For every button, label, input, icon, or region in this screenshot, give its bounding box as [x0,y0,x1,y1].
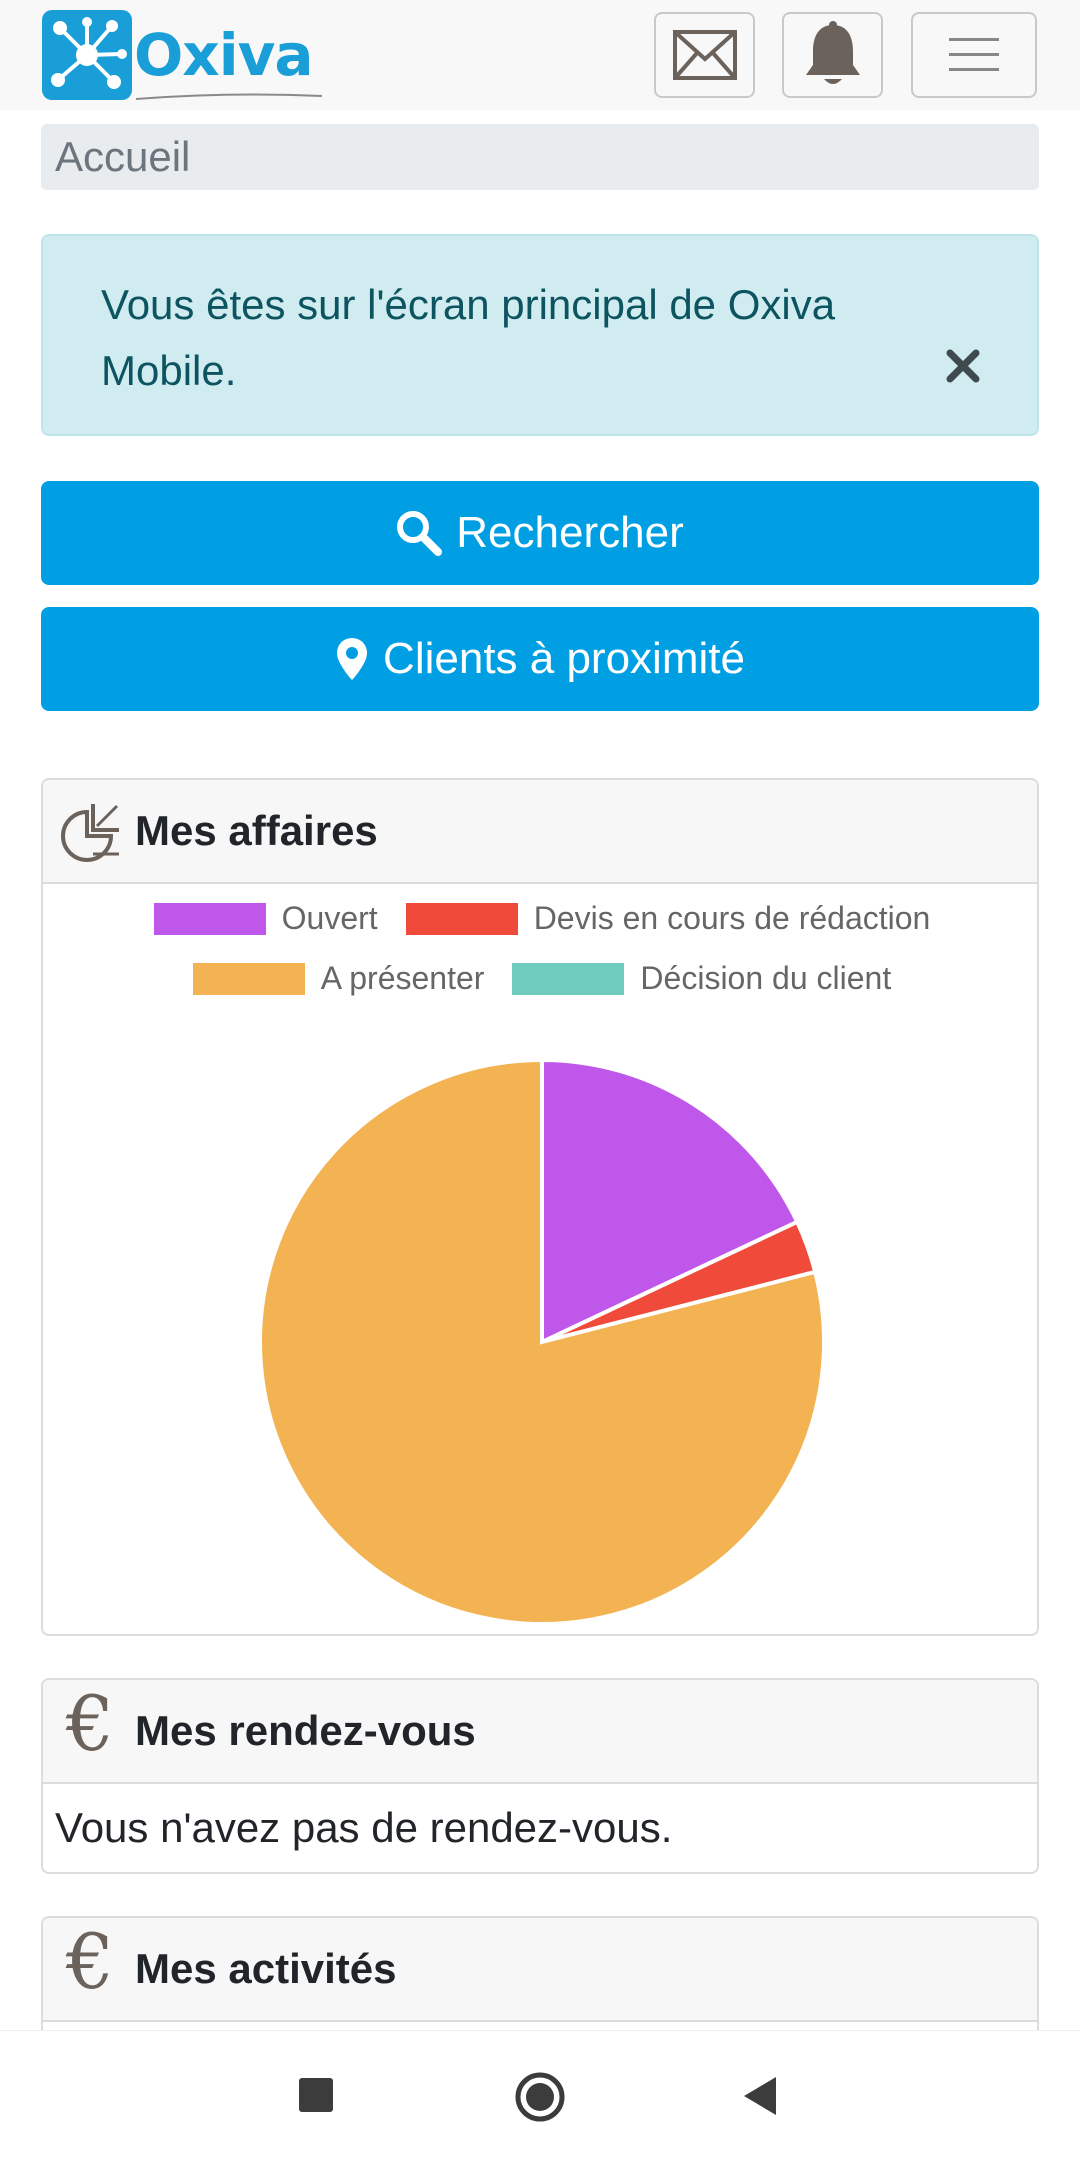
pie-chart-icon [61,804,119,862]
card-header-affaires: Mes affaires [43,780,1037,884]
card-mes-rendez-vous: € Mes rendez-vous Vous n'avez pas de ren… [41,1678,1039,1874]
home-button[interactable] [514,2071,566,2123]
info-alert: Vous êtes sur l'écran principal de Oxiva… [41,234,1039,436]
hamburger-menu-icon [949,38,999,71]
nearby-clients-label: Clients à proximité [383,634,745,683]
envelope-icon [672,30,737,80]
chart-legend-row-2: A présenter Décision du client [43,960,1037,997]
network-logo-icon [42,10,132,100]
nearby-clients-button[interactable]: Clients à proximité [41,607,1039,711]
menu-button[interactable] [911,12,1037,98]
legend-label: A présenter [320,960,485,996]
system-navigation-bar [0,2030,1080,2160]
brand-name: Oxiva [134,21,314,89]
top-navbar: Oxiva [0,0,1080,110]
back-button[interactable] [742,2075,778,2117]
euro-icon: € [65,1917,115,2006]
breadcrumb-home[interactable]: Accueil [55,133,190,180]
breadcrumb: Accueil [41,124,1039,190]
legend-swatch [192,962,305,995]
alert-message: Vous êtes sur l'écran principal de Oxiva… [101,281,836,394]
euro-icon: € [65,1679,115,1768]
card-title-affaires: Mes affaires [135,807,378,854]
map-pin-icon [335,636,369,682]
legend-swatch [153,902,266,935]
messages-button[interactable] [654,12,755,98]
legend-item[interactable]: Ouvert [153,900,378,937]
rendezvous-empty-text: Vous n'avez pas de rendez-vous. [55,1804,673,1851]
card-title-rendezvous: Mes rendez-vous [135,1707,476,1754]
recent-apps-button[interactable] [298,2077,334,2113]
search-icon [396,510,443,556]
legend-label: Ouvert [281,900,378,936]
chart-legend-row-1: Ouvert Devis en cours de rédaction [43,900,1037,937]
legend-item[interactable]: A présenter [192,960,485,997]
close-alert-button[interactable] [941,344,985,388]
search-button-label: Rechercher [456,508,684,557]
bell-icon [805,21,860,84]
notifications-button[interactable] [782,12,883,98]
search-button[interactable]: Rechercher [41,481,1039,585]
legend-label: Devis en cours de rédaction [533,900,931,936]
logo-swoosh-icon [135,93,323,100]
card-title-activites: Mes activités [135,1945,397,1992]
legend-item[interactable]: Devis en cours de rédaction [405,900,931,937]
card-header-rendezvous: € Mes rendez-vous [43,1680,1037,1784]
legend-swatch [405,902,518,935]
legend-item[interactable]: Décision du client [512,960,891,997]
close-icon [946,349,980,383]
legend-label: Décision du client [640,960,892,996]
oxiva-logo[interactable]: Oxiva [42,10,323,100]
card-mes-affaires: Mes affaires Ouvert Devis en cours de ré… [41,778,1039,1636]
card-header-activites: € Mes activités [43,1918,1037,2022]
legend-swatch [512,962,625,995]
pie-chart [258,1057,826,1626]
